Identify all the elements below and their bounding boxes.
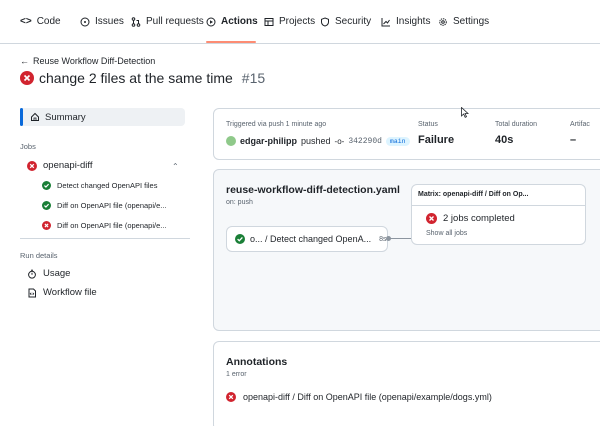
file-code-icon [28, 288, 36, 297]
sidebar-item-job-openapi-diff[interactable]: openapi-diff [27, 160, 92, 171]
user-link[interactable]: edgar-philipp [240, 136, 297, 146]
repo-nav: <> Code Issues Pull requests Actions Pro… [0, 0, 600, 44]
run-number: #15 [241, 70, 266, 86]
job-node[interactable]: o... / Detect changed OpenA... 8s [226, 226, 388, 252]
commit-icon: -o- [334, 136, 345, 146]
jobs-heading: Jobs [20, 142, 36, 151]
trigger-text: Triggered via push 1 minute ago [226, 121, 327, 128]
tab-insights[interactable]: Insights [381, 16, 430, 27]
matrix-job-group[interactable]: Matrix: openapi-diff / Diff on Op... 2 j… [411, 184, 586, 245]
duration-value: 40s [495, 134, 514, 146]
annotations-count: 1 error [226, 371, 247, 378]
artifacts-value: – [570, 134, 577, 146]
chevron-up-icon[interactable]: ⌃ [172, 162, 179, 171]
annotation-item[interactable]: openapi-diff / Diff on OpenAPI file (ope… [226, 392, 492, 402]
run-summary-panel: Triggered via push 1 minute ago edgar-ph… [213, 108, 600, 160]
failure-icon [20, 71, 34, 85]
code-icon: <> [20, 16, 32, 27]
failure-icon [27, 160, 37, 171]
selected-indicator [20, 108, 23, 126]
annotations-title: Annotations [226, 356, 288, 368]
active-tab-indicator [206, 41, 256, 43]
gear-icon [439, 17, 447, 26]
success-icon [42, 201, 51, 210]
tab-code[interactable]: <> Code [20, 16, 61, 27]
success-icon [235, 234, 245, 244]
tab-actions[interactable]: Actions [206, 16, 258, 27]
sidebar-item-step[interactable]: Detect changed OpenAPI files [42, 181, 157, 190]
status-label: Status [418, 121, 438, 128]
show-all-jobs-link[interactable]: Show all jobs [426, 230, 467, 237]
duration-label: Total duration [495, 121, 538, 128]
annotations-panel: Annotations 1 error openapi-diff / Diff … [213, 341, 600, 426]
workflow-graph-panel: reuse-workflow-diff-detection.yaml on: p… [213, 169, 600, 331]
tab-settings[interactable]: Settings [438, 16, 489, 27]
sidebar-item-step[interactable]: Diff on OpenAPI file (openapi/e... [42, 201, 167, 210]
workflow-trigger: on: push [226, 199, 253, 206]
sidebar-item-usage[interactable]: Usage [27, 268, 70, 279]
failure-icon [426, 213, 437, 224]
table-icon [264, 17, 274, 26]
issue-icon [80, 17, 90, 26]
pull-request-icon [131, 16, 141, 27]
sidebar-item-workflow-file[interactable]: Workflow file [27, 287, 97, 298]
home-icon [31, 112, 39, 121]
tab-security[interactable]: Security [320, 16, 371, 27]
branch-badge[interactable]: main [385, 136, 410, 146]
run-details-heading: Run details [20, 251, 58, 260]
avatar[interactable] [226, 136, 236, 146]
sidebar-item-step[interactable]: Diff on OpenAPI file (openapi/e... [42, 221, 167, 230]
stopwatch-icon [28, 269, 36, 279]
trigger-details: edgar-philipp pushed -o- 342290d main [226, 136, 410, 146]
tab-pull-requests[interactable]: Pull requests [131, 16, 204, 27]
connector-dot [386, 236, 391, 241]
matrix-status: 2 jobs completed [426, 213, 515, 224]
matrix-title: Matrix: openapi-diff / Diff on Op... [418, 191, 529, 198]
failure-icon [226, 392, 236, 402]
divider [412, 205, 585, 206]
tab-issues[interactable]: Issues [80, 16, 124, 27]
failure-icon [42, 221, 51, 230]
tab-projects[interactable]: Projects [264, 16, 315, 27]
play-circle-icon [206, 17, 216, 26]
graph-icon [381, 17, 390, 26]
success-icon [42, 181, 51, 190]
sidebar-item-summary[interactable]: Summary [20, 108, 185, 126]
shield-icon [321, 16, 329, 27]
status-value: Failure [418, 134, 455, 146]
page-title: change 2 files at the same time #15 [20, 70, 265, 86]
commit-link[interactable]: 342290d [348, 137, 382, 146]
artifacts-label: Artifac [570, 121, 590, 128]
divider [20, 238, 190, 239]
mouse-cursor-icon [461, 107, 469, 118]
workflow-name[interactable]: reuse-workflow-diff-detection.yaml [226, 184, 400, 196]
back-to-workflow-link[interactable]: ← Reuse Workflow Diff-Detection [20, 56, 155, 66]
arrow-left-icon: ← [20, 56, 29, 66]
